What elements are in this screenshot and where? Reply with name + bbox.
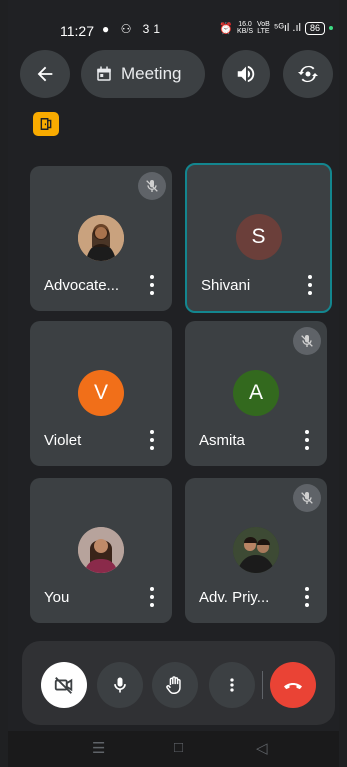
alarm-icon: ⏰ bbox=[219, 22, 234, 35]
participant-tile-active[interactable]: S Shivani bbox=[185, 163, 332, 313]
status-bar: 11:27 ● ⚇ 31 ⏰ 16.0 KB/S VoB LTE ⁵ᴳıl .ı… bbox=[8, 16, 339, 46]
participant-name: Advocate... bbox=[44, 277, 120, 294]
more-vertical-icon[interactable] bbox=[148, 275, 156, 295]
call-control-bar bbox=[22, 641, 335, 725]
avatar-photo bbox=[233, 527, 279, 573]
status-right-cluster: ⏰ 16.0 KB/S VoB LTE ⁵ᴳıl .ıl 86 bbox=[219, 21, 333, 35]
more-vertical-icon[interactable] bbox=[303, 430, 311, 450]
microphone-button[interactable] bbox=[97, 662, 143, 708]
participant-name: Asmita bbox=[199, 432, 245, 449]
network-speed: 16.0 KB/S bbox=[237, 21, 253, 35]
participant-tile-self[interactable]: You bbox=[30, 478, 172, 623]
camera-off-icon bbox=[54, 677, 73, 694]
battery-indicator: 86 bbox=[304, 21, 325, 35]
avatar-letter: V bbox=[78, 370, 124, 416]
end-call-button[interactable] bbox=[270, 662, 316, 708]
divider bbox=[262, 671, 263, 699]
mic-icon bbox=[114, 677, 126, 693]
avatar-letter: S bbox=[235, 214, 282, 260]
participant-tile[interactable]: A Asmita bbox=[185, 321, 327, 466]
participant-tile[interactable]: V Violet bbox=[30, 321, 172, 466]
participant-name: Adv. Priy... bbox=[199, 589, 270, 606]
raise-hand-button[interactable] bbox=[152, 662, 198, 708]
cast-badge-icon[interactable] bbox=[33, 112, 59, 136]
mic-off-icon bbox=[293, 484, 321, 512]
avatar-letter: A bbox=[233, 370, 279, 416]
avatar-photo bbox=[78, 527, 124, 573]
more-options-button[interactable] bbox=[209, 662, 255, 708]
avatar-photo bbox=[78, 215, 124, 261]
back-nav-icon[interactable]: ◁ bbox=[256, 739, 268, 757]
more-vertical-icon[interactable] bbox=[148, 587, 156, 607]
meeting-title: Meeting bbox=[121, 64, 182, 83]
participant-tile[interactable]: Advocate... bbox=[30, 166, 172, 311]
volte-indicator: VoB LTE bbox=[256, 21, 270, 35]
back-button[interactable] bbox=[20, 50, 70, 98]
status-time: 11:27 bbox=[60, 23, 94, 39]
more-vertical-icon[interactable] bbox=[148, 430, 156, 450]
door-icon bbox=[40, 118, 52, 130]
home-nav-icon[interactable]: □ bbox=[174, 739, 183, 756]
privacy-dot-icon bbox=[329, 26, 333, 30]
flip-camera-button[interactable] bbox=[283, 50, 333, 98]
calendar-icon bbox=[97, 66, 111, 81]
notification-icons: ● ⚇ 31 bbox=[102, 22, 165, 36]
speaker-icon bbox=[237, 65, 255, 83]
participant-name: You bbox=[44, 589, 70, 606]
more-vertical-icon bbox=[230, 678, 234, 692]
signal-icon: ⁵ᴳıl .ıl bbox=[273, 22, 301, 34]
audio-output-button[interactable] bbox=[222, 50, 270, 98]
participant-tile[interactable]: Adv. Priy... bbox=[185, 478, 327, 623]
mic-off-icon bbox=[138, 172, 166, 200]
participant-name: Shivani bbox=[201, 277, 251, 294]
recents-nav-icon[interactable]: ☰ bbox=[92, 739, 105, 757]
raise-hand-icon bbox=[166, 676, 181, 694]
participant-name: Violet bbox=[44, 432, 82, 449]
meeting-title-pill[interactable]: Meeting bbox=[81, 50, 205, 98]
camera-toggle-button[interactable] bbox=[41, 662, 87, 708]
more-vertical-icon[interactable] bbox=[303, 587, 311, 607]
mic-off-icon bbox=[293, 327, 321, 355]
more-vertical-icon[interactable] bbox=[306, 275, 314, 295]
arrow-left-icon bbox=[37, 66, 53, 82]
end-call-icon bbox=[284, 683, 302, 690]
flip-camera-icon bbox=[298, 65, 318, 83]
system-nav-bar: ☰ □ ◁ bbox=[8, 731, 339, 767]
